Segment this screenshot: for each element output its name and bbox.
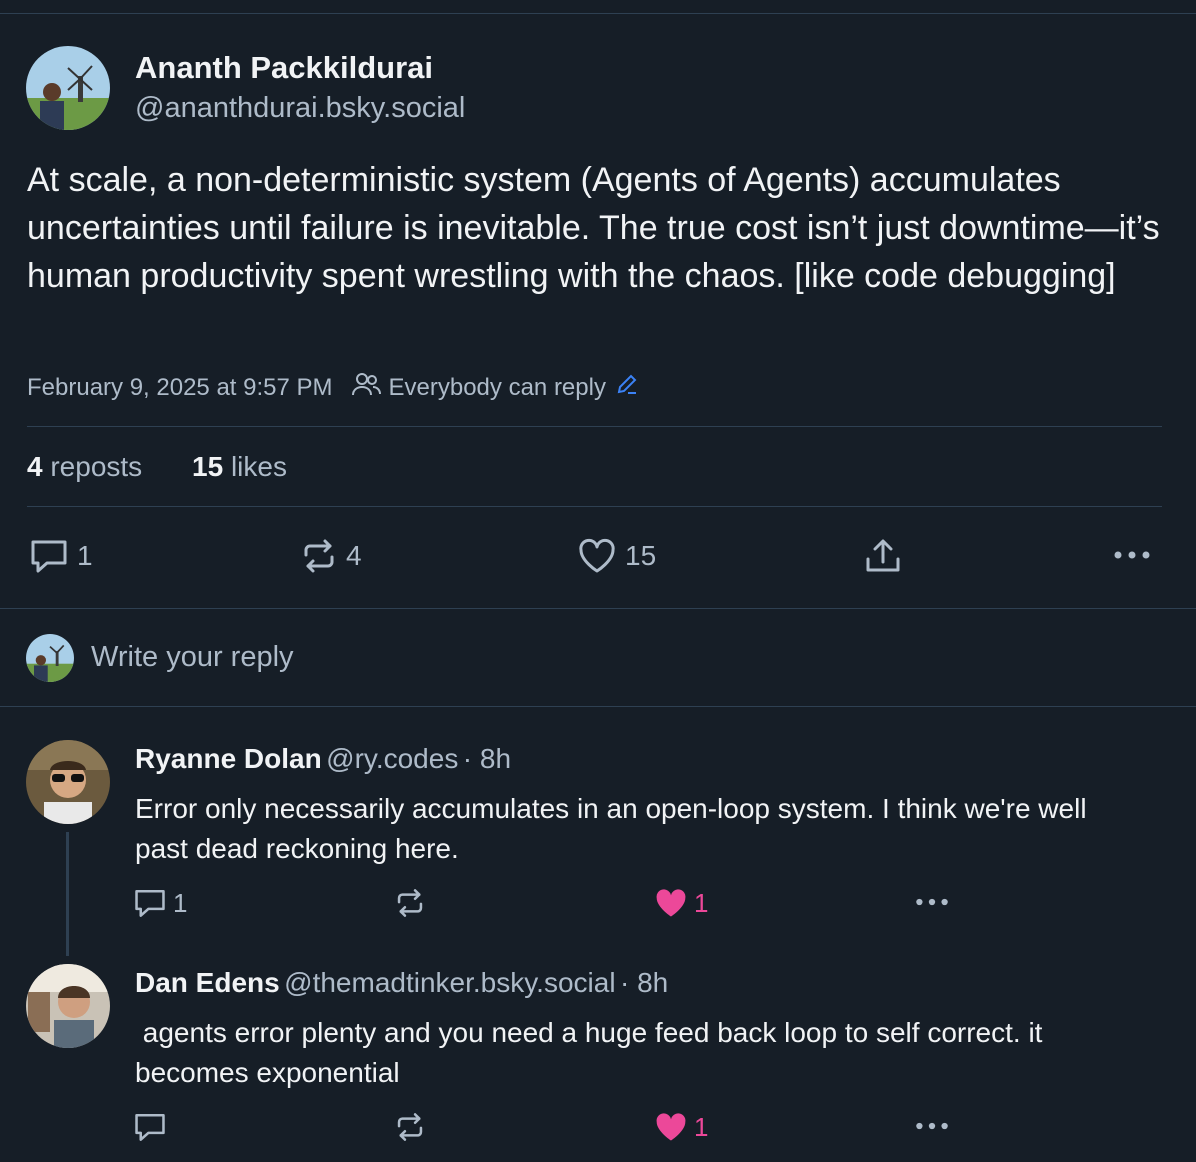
repost-count: 4 [346, 540, 362, 571]
author-name[interactable]: Ananth Packkildurai [135, 50, 433, 86]
reply-reply-count: 1 [173, 887, 188, 918]
post-meta: February 9, 2025 at 9:57 PM Everybody ca… [27, 371, 638, 404]
reposts-stat[interactable]: 4 reposts [27, 451, 142, 483]
repost-icon [394, 887, 426, 919]
reply-button[interactable]: 1 [29, 537, 93, 575]
reply-reply-button[interactable] [133, 1111, 167, 1143]
reply-icon [29, 537, 69, 575]
reply-repost-button[interactable] [394, 887, 426, 919]
reply-author-name[interactable]: Dan Edens [135, 967, 280, 998]
reply-header: Dan Edens @themadtinker.bsky.social · 8h [135, 967, 668, 999]
heart-filled-icon [654, 887, 688, 919]
reply-count: 1 [77, 540, 93, 571]
heart-filled-icon [654, 1111, 688, 1143]
thread-line [66, 832, 69, 956]
likes-count: 15 [192, 451, 224, 482]
reply-like-count: 1 [694, 887, 709, 918]
composer-bottom-divider [0, 706, 1196, 707]
reply-like-button[interactable]: 1 [654, 887, 708, 919]
edit-pencil-icon[interactable] [616, 373, 638, 402]
reply-age: · 8h [462, 743, 512, 774]
reposts-label: reposts [50, 451, 143, 482]
reply-icon [133, 1111, 167, 1143]
more-icon [914, 1117, 950, 1135]
reply-like-button[interactable]: 1 [654, 1111, 708, 1143]
reply-icon [133, 887, 167, 919]
stats-top-divider [27, 426, 1162, 427]
share-button[interactable] [864, 537, 902, 575]
heart-icon [577, 537, 617, 575]
more-icon [1112, 545, 1152, 565]
reply-setting: Everybody can reply [388, 373, 606, 401]
share-icon [864, 537, 902, 575]
likes-label: likes [230, 451, 287, 482]
composer-top-divider [0, 608, 1196, 609]
reply-avatar[interactable] [26, 740, 110, 824]
reply-author-handle[interactable]: @themadtinker.bsky.social [284, 967, 615, 998]
reply-more-button[interactable] [914, 893, 950, 911]
like-button[interactable]: 15 [577, 537, 656, 575]
composer-avatar [26, 634, 74, 682]
reply-reply-button[interactable]: 1 [133, 887, 187, 919]
more-options-button[interactable] [1112, 545, 1152, 565]
reply-header: Ryanne Dolan @ry.codes · 8h [135, 743, 511, 775]
more-icon [914, 893, 950, 911]
post-text: At scale, a non-deterministic system (Ag… [27, 161, 1160, 295]
like-count: 15 [625, 540, 657, 571]
reply-repost-button[interactable] [394, 1111, 426, 1143]
reply-author-name[interactable]: Ryanne Dolan [135, 743, 322, 774]
reposts-count: 4 [27, 451, 43, 482]
stats-bottom-divider [27, 506, 1162, 507]
reply-avatar[interactable] [26, 964, 110, 1048]
author-avatar[interactable] [26, 46, 110, 130]
repost-icon [300, 537, 338, 575]
reply-more-button[interactable] [914, 1117, 950, 1135]
reply-composer-input[interactable]: Write your reply [91, 641, 294, 674]
reply-text: Error only necessarily accumulates in an… [135, 793, 1087, 864]
post-timestamp[interactable]: February 9, 2025 at 9:57 PM [27, 374, 333, 402]
top-divider [0, 13, 1196, 14]
likes-stat[interactable]: 15 likes [192, 451, 287, 483]
reply-text: agents error plenty and you need a huge … [135, 1017, 1051, 1088]
reply-like-count: 1 [694, 1111, 709, 1142]
author-handle[interactable]: @ananthdurai.bsky.social [135, 92, 465, 125]
repost-icon [394, 1111, 426, 1143]
reply-author-handle[interactable]: @ry.codes [326, 743, 458, 774]
reply-age: · 8h [620, 967, 669, 998]
people-icon [351, 371, 381, 404]
repost-button[interactable]: 4 [300, 537, 362, 575]
